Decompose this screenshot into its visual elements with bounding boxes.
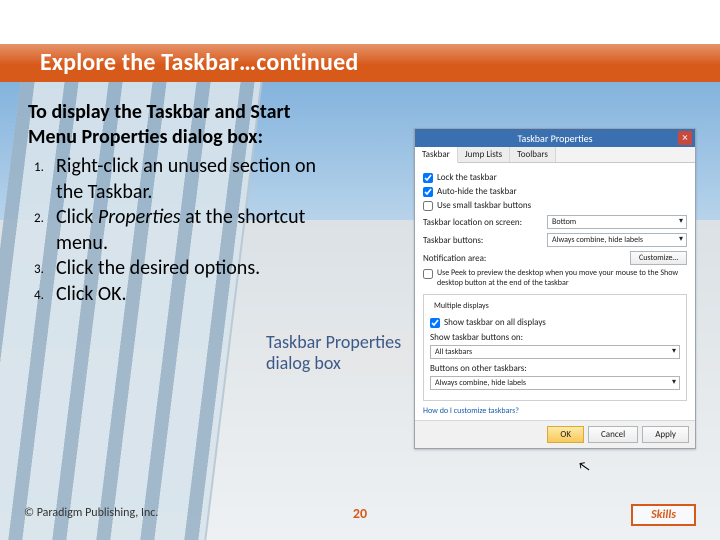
tab-toolbars[interactable]: Toolbars <box>510 147 556 162</box>
tab-jumplists[interactable]: Jump Lists <box>458 147 510 162</box>
customize-button[interactable]: Customize… <box>630 251 687 265</box>
dialog-body: Lock the taskbar Auto-hide the taskbar U… <box>415 163 695 420</box>
show-all-displays-checkbox[interactable] <box>430 318 440 328</box>
show-all-displays-label: Show taskbar on all displays <box>444 317 546 328</box>
close-icon[interactable]: × <box>678 131 692 145</box>
list-item: 1.Right-click an unused section on the T… <box>34 154 344 205</box>
dialog-titlebar[interactable]: Taskbar Properties × <box>415 129 695 147</box>
peek-label: Use Peek to preview the desktop when you… <box>437 269 687 288</box>
list-item: 4.Click OK. <box>34 282 344 308</box>
lock-taskbar-label: Lock the taskbar <box>437 172 497 183</box>
skills-button[interactable]: Skills <box>631 504 696 526</box>
step-number: 4. <box>34 282 56 308</box>
list-item: 2.Click Properties at the shortcut menu. <box>34 205 344 256</box>
step-text: Click the desired options. <box>56 256 344 282</box>
peek-checkbox[interactable] <box>423 269 433 279</box>
multiple-displays-group: Multiple displays Show taskbar on all di… <box>423 294 687 401</box>
taskbar-properties-dialog: Taskbar Properties × Taskbar Jump Lists … <box>414 128 696 449</box>
cancel-button[interactable]: Cancel <box>588 426 638 443</box>
lead-text: To display the Taskbar and Start Menu Pr… <box>28 100 343 150</box>
show-buttons-select[interactable]: All taskbars <box>430 345 680 359</box>
notification-label: Notification area: <box>423 253 630 264</box>
callout-label: Taskbar Properties dialog box <box>262 330 430 375</box>
group-legend: Multiple displays <box>432 301 491 311</box>
step-text: Click Properties at the shortcut menu. <box>56 205 344 256</box>
dialog-title: Taskbar Properties <box>517 132 592 145</box>
buttons-label: Taskbar buttons: <box>423 235 547 246</box>
ok-button[interactable]: OK <box>547 426 584 443</box>
lock-taskbar-checkbox[interactable] <box>423 173 433 183</box>
location-label: Taskbar location on screen: <box>423 217 547 228</box>
steps-list: 1.Right-click an unused section on the T… <box>34 154 344 308</box>
help-link[interactable]: How do I customize taskbars? <box>423 406 687 416</box>
smallbuttons-checkbox[interactable] <box>423 201 433 211</box>
step-text: Right-click an unused section on the Tas… <box>56 154 344 205</box>
other-buttons-select[interactable]: Always combine, hide labels <box>430 376 680 390</box>
step-number: 3. <box>34 256 56 282</box>
step-number: 1. <box>34 154 56 205</box>
autohide-label: Auto-hide the taskbar <box>437 186 517 197</box>
slide-footer: © Paradigm Publishing, Inc. 20 Skills <box>0 500 720 526</box>
dialog-footer: OK Cancel Apply <box>415 420 695 448</box>
slide-title: Explore the Taskbar…continued <box>40 48 358 77</box>
slide-title-bar: Explore the Taskbar…continued <box>0 44 720 82</box>
top-white-bar <box>0 0 720 44</box>
step-text: Click OK. <box>56 282 344 308</box>
page-number: 20 <box>0 505 720 522</box>
buttons-select[interactable]: Always combine, hide labels <box>547 233 687 247</box>
other-buttons-label: Buttons on other taskbars: <box>430 363 680 374</box>
show-buttons-label: Show taskbar buttons on: <box>430 332 680 343</box>
smallbuttons-label: Use small taskbar buttons <box>437 200 531 211</box>
step-number: 2. <box>34 205 56 256</box>
cursor-icon: ↖ <box>576 457 591 476</box>
list-item: 3.Click the desired options. <box>34 256 344 282</box>
autohide-checkbox[interactable] <box>423 187 433 197</box>
dialog-tabs: Taskbar Jump Lists Toolbars <box>415 147 695 163</box>
apply-button[interactable]: Apply <box>642 426 689 443</box>
location-select[interactable]: Bottom <box>547 215 687 229</box>
tab-taskbar[interactable]: Taskbar <box>415 147 458 163</box>
